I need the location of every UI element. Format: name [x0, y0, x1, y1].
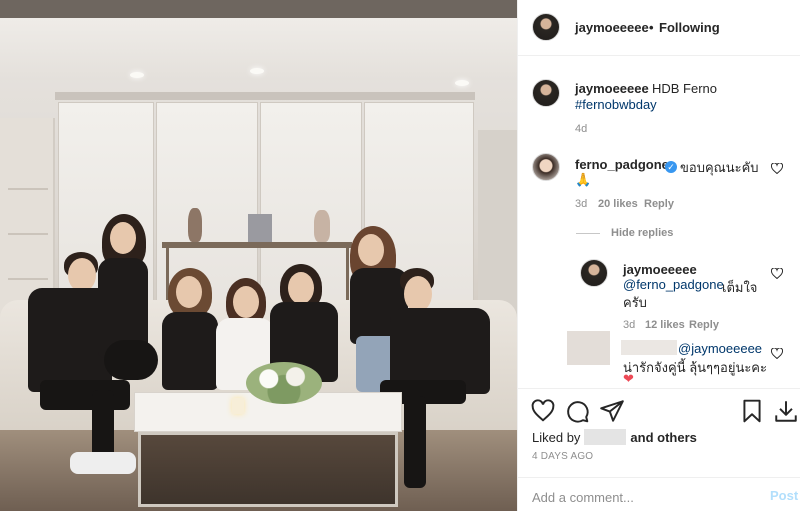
reply-text-line2: ครับ — [623, 295, 647, 310]
reply-button[interactable]: Reply — [644, 198, 674, 210]
flower-arrangement — [246, 362, 322, 404]
verified-badge-icon: ✓ — [665, 157, 677, 173]
reply-text: เต็มใจ — [722, 280, 758, 295]
avatar[interactable] — [532, 79, 560, 107]
comment-text-line2: 🙏 — [575, 172, 592, 187]
reply-likes[interactable]: 12 likes — [645, 319, 685, 331]
post-comment-button[interactable]: Post — [770, 488, 798, 503]
redacted-username — [621, 340, 677, 355]
post-header: jaymoeeeee • Following — [518, 0, 800, 56]
reply-mention[interactable]: @ferno_padgone — [623, 277, 724, 292]
avatar[interactable] — [532, 13, 560, 41]
comment-username[interactable]: ferno_padgone — [575, 157, 669, 172]
avatar[interactable] — [580, 259, 608, 287]
comment-time[interactable]: 3d — [575, 198, 587, 210]
caption-text: HDB Ferno — [652, 81, 718, 96]
redacted-avatar — [567, 331, 610, 365]
avatar[interactable] — [532, 153, 560, 181]
comment-input[interactable] — [532, 486, 752, 508]
like-comment-heart-icon[interactable] — [771, 268, 783, 279]
comment-bar: Post — [518, 477, 800, 511]
caption-time[interactable]: 4d — [575, 123, 587, 135]
hide-replies-button[interactable]: Hide replies — [611, 227, 673, 239]
comment-icon[interactable] — [564, 398, 590, 424]
hide-replies-divider — [576, 233, 600, 234]
books — [248, 214, 272, 242]
caption-username[interactable]: jaymoeeeee — [575, 81, 649, 96]
vase — [314, 210, 330, 242]
console-table — [162, 242, 352, 248]
reply-time[interactable]: 3d — [623, 319, 635, 331]
following-button[interactable]: Following — [659, 20, 720, 35]
ceiling — [0, 0, 517, 18]
soffit — [55, 92, 475, 100]
post-time-ago[interactable]: 4 DAYS AGO — [532, 451, 593, 462]
ceiling-light — [455, 80, 469, 86]
caption-hashtag[interactable]: #fernobwbday — [575, 97, 657, 112]
post-actions: Liked by and others 4 DAYS AGO Post — [518, 388, 800, 508]
console-leg — [346, 248, 349, 308]
reply-mention[interactable]: @jaymoeeeee — [678, 341, 762, 356]
red-heart-emoji: ❤ — [623, 371, 634, 386]
ceiling-light — [250, 68, 264, 74]
download-icon[interactable] — [773, 398, 799, 424]
post-sidebar: jaymoeeeee • Following jaymoeeeee HDB Fe… — [517, 0, 800, 511]
vase — [188, 208, 202, 242]
ceiling-light — [130, 72, 144, 78]
liked-by-prefix: Liked by — [532, 430, 581, 445]
reply-username[interactable]: jaymoeeeee — [623, 262, 697, 277]
candle — [232, 398, 244, 414]
heart-icon[interactable] — [530, 398, 556, 424]
header-username[interactable]: jaymoeeeee — [575, 20, 649, 35]
coffee-table-base — [138, 432, 398, 507]
bookmark-icon[interactable] — [739, 398, 765, 424]
post-photo[interactable] — [0, 0, 517, 511]
liked-by: Liked by and others — [532, 429, 697, 445]
reply-button[interactable]: Reply — [689, 319, 719, 331]
like-comment-heart-icon[interactable] — [771, 348, 783, 359]
comment-text: ขอบคุณนะคับ — [680, 160, 759, 175]
share-icon[interactable] — [599, 398, 625, 424]
follow-separator: • — [649, 20, 654, 35]
redacted-liker — [584, 429, 627, 445]
reply-text: น่ารักจังคู่นี้ ลุ้นๆๆอยู่นะคะ — [623, 360, 767, 375]
like-comment-heart-icon[interactable] — [771, 163, 783, 174]
comment-likes[interactable]: 20 likes — [598, 198, 638, 210]
liked-by-others[interactable]: and others — [630, 430, 696, 445]
